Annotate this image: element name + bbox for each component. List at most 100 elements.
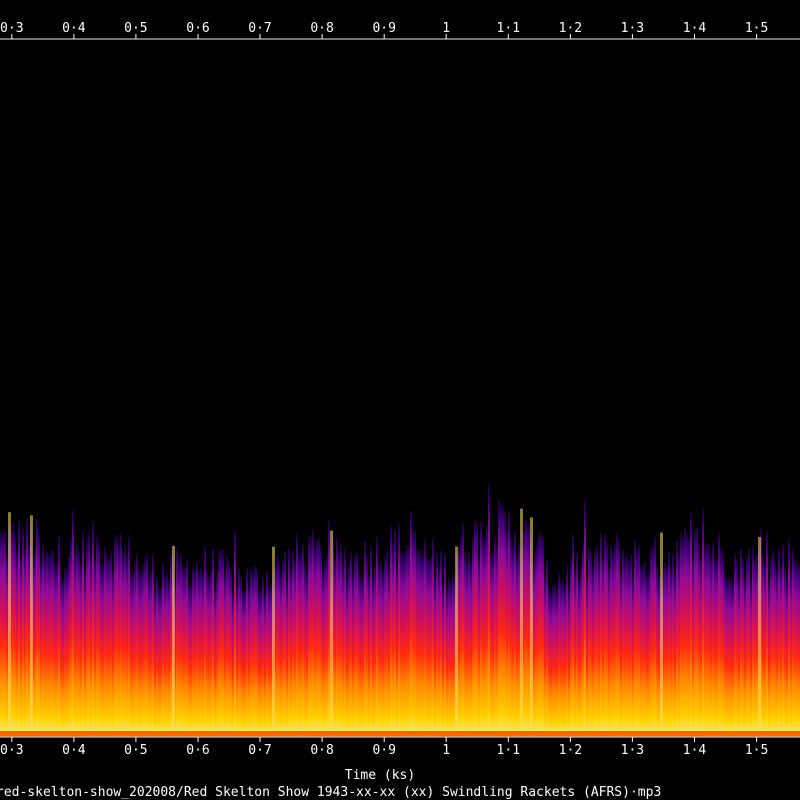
spectrogram-column [312,528,314,737]
spectrogram-column [64,566,66,737]
spectrogram-column [16,552,18,737]
spectrogram-column [618,539,620,737]
spectrogram-column [630,554,632,737]
spectrogram-column [406,545,408,737]
spectrogram-column [744,579,746,737]
spectrogram-column [328,519,330,737]
spectrogram-column [504,510,506,737]
spectrogram-column [724,572,726,737]
spectrogram-column [152,553,154,737]
spectrogram-column [404,551,406,737]
spectrogram-column [244,589,246,737]
spectrogram-column [134,562,136,737]
spectrogram-column [362,575,364,737]
spectrogram-column [258,592,260,737]
spectrogram-column [216,572,218,737]
spectrogram-transient-streak [660,532,663,737]
spectrogram-column [582,541,584,737]
spectrogram-column [120,533,122,737]
spectrogram-column [264,593,266,737]
top-tick-label: 1·4 [683,21,707,36]
low-frequency-band [0,731,800,737]
spectrogram-column [118,544,120,737]
spectrogram-column [432,538,434,737]
spectrogram-column [502,504,504,737]
spectrogram-column [202,572,204,737]
spectrogram-column [168,578,170,737]
spectrogram-column [634,540,636,737]
spectrogram-column [138,568,140,737]
spectrogram-column [378,563,380,737]
spectrogram-column [390,525,392,737]
spectrogram-column [778,547,780,737]
spectrogram-column [718,531,720,737]
bottom-tick-label: 0·5 [124,743,147,758]
spectrogram-column [210,569,212,737]
spectrogram-column [694,529,696,737]
spectrogram-column [788,537,790,737]
spectrogram-transient-streak [272,546,275,737]
spectrogram-column [514,530,516,737]
spectrogram-column [716,559,718,737]
spectrogram-column [558,572,560,737]
spectrogram-column [534,550,536,737]
spectrogram-column [496,545,498,737]
spectrogram-column [196,558,198,737]
spectrogram-column [128,536,130,737]
top-time-axis: 0·3 0·4 0·5 0·6 0·7 0·8 0·9 1 1·1 1·2 1·3 1·4 1·5 [0,21,800,40]
spectrogram-column [348,562,350,737]
spectrogram-column [566,564,568,737]
spectrogram-column [2,531,4,737]
spectrogram-column [656,564,658,737]
spectrogram-column [22,526,24,737]
spectrogram-column [382,571,384,737]
spectrogram-column [478,557,480,737]
spectrogram-column [556,589,558,737]
spectrogram-column [14,533,16,737]
spectrogram-column [602,557,604,737]
spectrogram-column [206,569,208,737]
spectrogram-column [548,587,550,737]
spectrogram-column [388,566,390,737]
spectrogram-column [462,522,464,737]
spectrogram-column [222,549,224,737]
spectrogram-column [370,545,372,737]
spectrogram-column [180,554,182,737]
spectrogram-column [40,560,42,737]
spectrogram-column [248,586,250,737]
spectrogram-column [752,545,754,737]
spectrogram-column [750,580,752,737]
spectrogram-column [710,558,712,737]
spectrogram-column [238,567,240,737]
spectrogram-column [50,550,52,737]
spectrogram-column [742,558,744,737]
spectrogram-column [748,548,750,737]
spectrogram-column [126,555,128,737]
spectrogram-column [408,546,410,737]
spectrogram-column [226,555,228,737]
spectrogram-column [560,580,562,737]
spectrogram-plot-area [0,484,800,737]
spectrogram-column [372,575,374,737]
top-tick-label: 0·4 [62,21,86,36]
spectrogram-column [130,574,132,737]
spectrogram-column [734,553,736,737]
spectrogram-column [374,566,376,737]
spectrogram-column [528,524,530,737]
spectrogram-column [192,565,194,737]
spectrogram-column [472,536,474,737]
spectrogram-column [642,563,644,737]
spectrogram-column [446,589,448,737]
spectrogram-column [150,570,152,737]
spectrogram-column [104,546,106,737]
bottom-tick-label: 0·7 [248,743,271,758]
spectrogram-column [338,551,340,737]
spectrogram-column [162,562,164,737]
spectrogram-transient-streak [758,537,761,737]
spectrogram-column [442,584,444,737]
spectrogram-column [498,499,500,737]
spectrogram-column [60,574,62,737]
spectrogram-transient-streak [172,545,175,737]
spectrogram-column [484,536,486,737]
spectrogram-column [298,555,300,737]
